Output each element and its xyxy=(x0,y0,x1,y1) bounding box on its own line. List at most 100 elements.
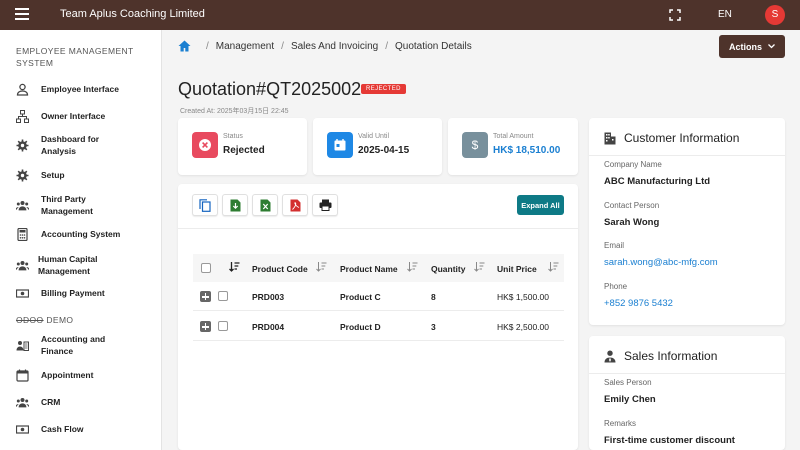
cell-unit-price: HK$ 2,500.00 xyxy=(497,322,549,332)
money-icon xyxy=(16,424,29,434)
created-at: Created At: 2025年03月15日 22:45 xyxy=(180,108,289,115)
divider xyxy=(589,373,785,374)
divider xyxy=(589,155,785,156)
cell-unit-price: HK$ 1,500.00 xyxy=(497,292,549,302)
group-icon xyxy=(16,260,29,270)
group-icon xyxy=(16,200,29,210)
fullscreen-icon[interactable] xyxy=(669,9,681,21)
menu-icon[interactable] xyxy=(15,8,29,22)
stat-label: Valid Until xyxy=(358,133,389,140)
app-title: Team Aplus Coaching Limited xyxy=(60,8,205,20)
breadcrumb: / Management / Sales And Invoicing / Quo… xyxy=(178,38,472,54)
sidebar-item-billing-payment[interactable]: Billing Payment xyxy=(0,286,161,300)
field-label: Phone xyxy=(604,282,628,291)
breadcrumb-separator: / xyxy=(206,40,209,52)
user-avatar[interactable]: S xyxy=(765,5,785,25)
sidebar-item-crm[interactable]: CRM xyxy=(0,395,161,409)
gear-icon xyxy=(16,169,29,181)
row-checkbox[interactable] xyxy=(218,291,228,301)
building-icon xyxy=(604,132,616,144)
dollar-icon: $ xyxy=(462,132,488,158)
breadcrumb-separator: / xyxy=(385,40,388,52)
sidebar-item-third-party[interactable]: Third Party Management xyxy=(0,192,161,218)
sidebar-item-label: Dashboard for Analysis xyxy=(41,134,100,156)
export-csv-button[interactable] xyxy=(222,194,248,216)
col-header-product-code[interactable]: Product Code xyxy=(252,264,308,274)
sort-desc-icon[interactable] xyxy=(229,261,240,272)
sidebar-item-label: Cash Flow xyxy=(41,424,84,434)
stat-value: Rejected xyxy=(223,145,265,156)
field-label: Company Name xyxy=(604,160,662,169)
stat-value: HK$ 18,510.00 xyxy=(493,145,561,156)
stat-label: Total Amount xyxy=(493,133,534,140)
card-header: Sales Information xyxy=(604,349,717,363)
sidebar: EMPLOYEE MANAGEMENT SYSTEM Employee Inte… xyxy=(0,30,162,450)
status-badge: REJECTED xyxy=(361,84,406,94)
cancel-circle-icon xyxy=(192,132,218,158)
contact-person: Sarah Wong xyxy=(604,217,660,228)
card-title: Sales Information xyxy=(624,349,718,363)
cell-quantity: 3 xyxy=(431,322,436,332)
calculator-icon xyxy=(17,227,28,241)
cell-quantity: 8 xyxy=(431,292,436,302)
actions-button[interactable]: Actions xyxy=(719,35,785,58)
sidebar-item-label: Owner Interface xyxy=(41,111,106,121)
col-header-product-name[interactable]: Product Name xyxy=(340,264,398,274)
org-chart-icon xyxy=(16,109,29,123)
col-header-quantity[interactable]: Quantity xyxy=(431,264,465,274)
stat-card-valid-until: Valid Until 2025-04-15 xyxy=(313,118,442,175)
sidebar-item-appointment[interactable]: Appointment xyxy=(0,368,161,382)
row-checkbox[interactable] xyxy=(218,321,228,331)
copy-button[interactable] xyxy=(192,194,218,216)
items-panel: Expand All Product Code Product Name Qua… xyxy=(178,184,578,450)
sort-icon[interactable] xyxy=(316,261,327,272)
sort-icon[interactable] xyxy=(474,261,485,272)
breadcrumb-management[interactable]: Management xyxy=(216,41,274,52)
calendar-icon xyxy=(327,132,353,158)
sidebar-item-label: Billing Payment xyxy=(41,288,105,298)
sidebar-item-label: Accounting System xyxy=(41,229,121,239)
export-excel-button[interactable] xyxy=(252,194,278,216)
sidebar-item-setup[interactable]: Setup xyxy=(0,168,161,182)
actions-label: Actions xyxy=(728,41,762,52)
sidebar-section-ems: EMPLOYEE MANAGEMENT SYSTEM xyxy=(16,46,134,68)
stat-label: Status xyxy=(223,133,243,140)
sidebar-item-cash-flow[interactable]: Cash Flow xyxy=(0,422,161,436)
sort-icon[interactable] xyxy=(407,261,418,272)
sidebar-item-accounting-system[interactable]: Accounting System xyxy=(0,227,161,241)
col-header-unit-price[interactable]: Unit Price xyxy=(497,264,537,274)
select-all-checkbox[interactable] xyxy=(201,263,211,273)
page-title: Quotation#QT2025002 xyxy=(178,79,362,99)
excel-file-icon xyxy=(260,199,270,211)
card-title: Customer Information xyxy=(624,131,740,145)
cell-product-code: PRD004 xyxy=(252,322,285,332)
sidebar-item-dashboard[interactable]: Dashboard for Analysis xyxy=(0,132,161,158)
sidebar-item-owner-interface[interactable]: Owner Interface xyxy=(0,109,161,123)
sidebar-item-employee-interface[interactable]: Employee Interface xyxy=(0,82,161,96)
printer-icon xyxy=(319,199,331,211)
export-pdf-button[interactable] xyxy=(282,194,308,216)
customer-info-card: Customer Information Company Name ABC Ma… xyxy=(589,118,785,325)
home-icon[interactable] xyxy=(178,40,191,52)
table-row[interactable]: PRD004 Product D 3 HK$ 2,500.00 xyxy=(193,312,564,341)
remarks: First-time customer discount xyxy=(604,435,735,446)
expand-row-icon[interactable] xyxy=(200,321,211,332)
sidebar-item-accounting-finance[interactable]: Accounting and Finance xyxy=(0,332,161,358)
phone-link[interactable]: +852 9876 5432 xyxy=(604,298,673,309)
pdf-file-icon xyxy=(290,199,300,211)
expand-all-button[interactable]: Expand All xyxy=(517,195,564,215)
language-selector[interactable]: EN xyxy=(718,9,732,20)
copy-icon xyxy=(199,198,211,212)
table-row[interactable]: PRD003 Product C 8 HK$ 1,500.00 xyxy=(193,282,564,311)
divider xyxy=(178,228,578,229)
sort-icon[interactable] xyxy=(548,261,559,272)
field-label: Contact Person xyxy=(604,201,660,210)
email-link[interactable]: sarah.wong@abc-mfg.com xyxy=(604,257,718,268)
sidebar-item-label: CRM xyxy=(41,397,61,407)
sidebar-item-human-capital[interactable]: Human Capital Management xyxy=(0,252,161,278)
sidebar-item-label: Third Party Management xyxy=(41,194,93,216)
expand-row-icon[interactable] xyxy=(200,291,211,302)
field-label: Email xyxy=(604,241,625,250)
print-button[interactable] xyxy=(312,194,338,216)
breadcrumb-sales[interactable]: Sales And Invoicing xyxy=(291,41,378,52)
